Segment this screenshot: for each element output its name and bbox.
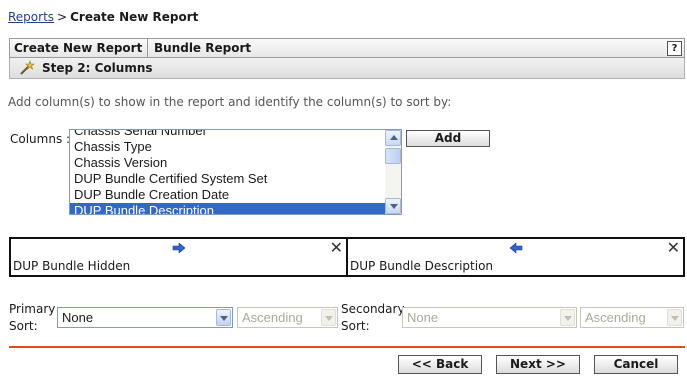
columns-list-item[interactable]: DUP Bundle Creation Date	[70, 187, 386, 203]
footer-divider	[9, 346, 685, 348]
secondary-sort-label-line1: Secondary	[341, 302, 405, 316]
scroll-thumb[interactable]	[385, 148, 401, 164]
dropdown-button	[667, 309, 682, 326]
primary-sort-label-line2: Sort:	[9, 319, 38, 333]
step-label: Step 2: Columns	[42, 61, 153, 75]
chevron-down-icon	[220, 316, 228, 321]
chevron-down-icon	[564, 316, 572, 321]
primary-sort-label-line1: Primary	[9, 302, 56, 316]
secondary-sort-order-select: Ascending	[580, 307, 684, 328]
primary-sort-value: None	[62, 310, 94, 325]
secondary-sort-select: None	[402, 307, 577, 328]
back-button[interactable]: << Back	[398, 355, 482, 374]
move-left-arrow-icon[interactable]	[509, 242, 523, 254]
header-report-type: Bundle Report	[154, 41, 252, 55]
column-box-label: DUP Bundle Description	[350, 259, 494, 273]
move-right-arrow-icon[interactable]	[172, 242, 186, 254]
remove-column-close-icon[interactable]: ✕	[667, 240, 680, 256]
header-create-new-report: Create New Report	[10, 39, 148, 57]
chevron-down-icon	[671, 316, 679, 321]
columns-list-item[interactable]: Chassis Type	[70, 139, 386, 155]
column-box-description[interactable]: ✕ DUP Bundle Description	[346, 237, 685, 277]
secondary-sort-order-value: Ascending	[585, 310, 646, 325]
columns-list-item[interactable]: Chassis Version	[70, 155, 386, 171]
remove-column-close-icon[interactable]: ✕	[330, 240, 343, 256]
cancel-button[interactable]: Cancel	[594, 355, 678, 374]
wizard-wand-icon	[20, 60, 35, 75]
help-icon[interactable]: ?	[667, 41, 682, 56]
dropdown-button[interactable]	[216, 309, 231, 326]
secondary-sort-label-line2: Sort:	[341, 319, 370, 333]
columns-listbox[interactable]: Chassis Serial Number Chassis Type Chassis…	[69, 129, 402, 215]
add-column-button[interactable]: Add	[406, 130, 490, 147]
column-box-label: DUP Bundle Hidden	[13, 259, 131, 273]
primary-sort-order-select: Ascending	[237, 307, 338, 328]
step-bar: Step 2: Columns	[9, 58, 685, 79]
columns-list-item[interactable]: DUP Bundle Description	[70, 203, 386, 214]
scroll-up-button[interactable]	[385, 130, 401, 146]
instructions-text: Add column(s) to show in the report and …	[8, 95, 452, 109]
dropdown-button	[560, 309, 575, 326]
primary-sort-select[interactable]: None	[57, 307, 233, 328]
columns-list-item[interactable]: DUP Bundle Certified System Set	[70, 171, 386, 187]
chevron-down-icon	[390, 204, 398, 209]
columns-list: Chassis Serial Number Chassis Type Chassis…	[70, 130, 386, 214]
primary-sort-order-value: Ascending	[242, 310, 303, 325]
breadcrumb-link-reports[interactable]: Reports	[8, 10, 54, 24]
scroll-down-button[interactable]	[385, 198, 401, 214]
chevron-up-icon	[390, 135, 398, 140]
breadcrumb: Reports > Create New Report	[8, 10, 198, 24]
chevron-down-icon	[325, 316, 333, 321]
breadcrumb-separator: >	[57, 10, 68, 24]
secondary-sort-label: Secondary Sort:	[341, 301, 405, 335]
columns-label: Columns :	[10, 132, 71, 146]
columns-scrollbar[interactable]	[385, 130, 401, 214]
breadcrumb-current: Create New Report	[70, 10, 199, 24]
dropdown-button	[321, 309, 336, 326]
report-header: Create New Report Bundle Report ?	[9, 38, 685, 58]
next-button[interactable]: Next >>	[496, 355, 580, 374]
column-box-hidden[interactable]: ✕ DUP Bundle Hidden	[9, 237, 348, 277]
secondary-sort-value: None	[407, 310, 439, 325]
primary-sort-label: Primary Sort:	[9, 301, 55, 335]
columns-list-item[interactable]: Chassis Serial Number	[70, 130, 386, 139]
